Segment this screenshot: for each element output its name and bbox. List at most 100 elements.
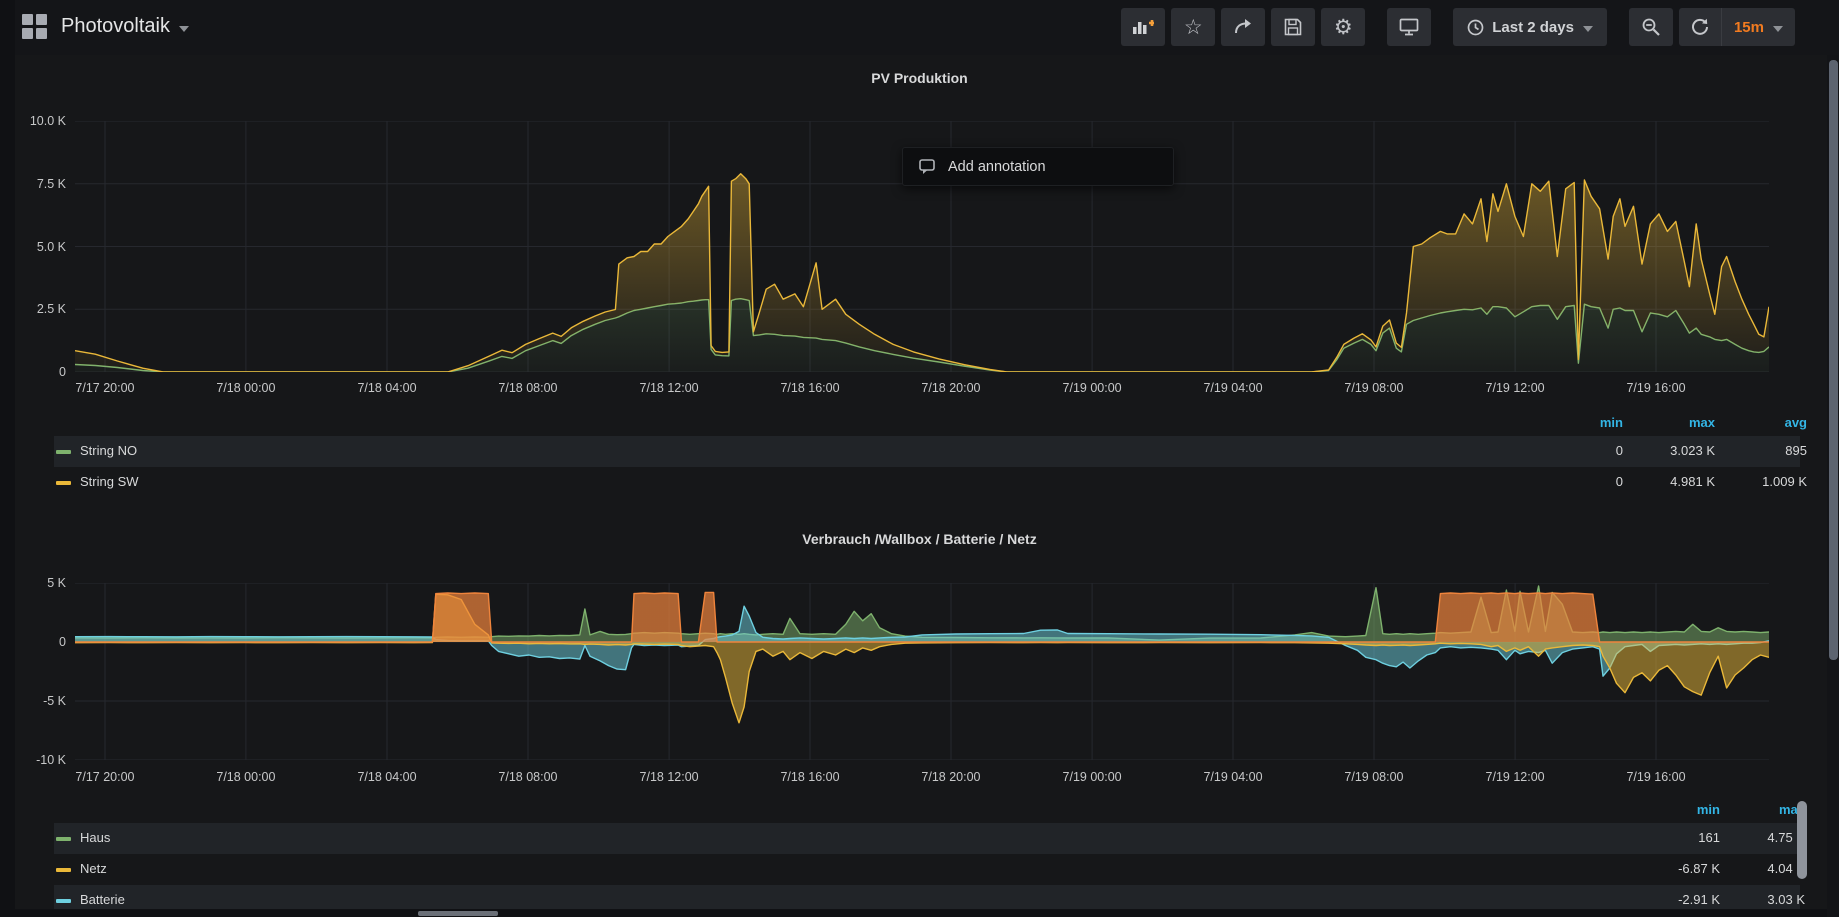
x-tick-label: 7/18 12:00 xyxy=(640,770,699,784)
legend-header-row: min max avg xyxy=(54,413,1800,433)
chevron-down-icon xyxy=(1583,26,1593,32)
y-tick-label: -5 K xyxy=(0,694,66,708)
legend-header-avg[interactable]: avg xyxy=(1785,415,1807,430)
x-tick-label: 7/17 20:00 xyxy=(75,381,134,395)
legend-header-row: min max xyxy=(54,800,1800,820)
refresh-icon xyxy=(1691,18,1709,36)
add-annotation-menu-item[interactable]: Add annotation xyxy=(902,147,1174,186)
stat-avg: 1.009 K xyxy=(1762,474,1807,489)
dashboards-grid-icon xyxy=(22,14,47,39)
refresh-button[interactable] xyxy=(1679,8,1721,46)
gear-icon: ⚙ xyxy=(1334,17,1353,38)
y-tick-label: 10.0 K xyxy=(0,114,66,128)
stat-avg: 895 xyxy=(1785,443,1807,458)
x-tick-label: 7/18 00:00 xyxy=(216,381,275,395)
x-tick-label: 7/19 00:00 xyxy=(1063,381,1122,395)
x-tick-label: 7/18 00:00 xyxy=(216,770,275,784)
legend-row-netz[interactable]: Netz -6.87 K 4.04 K xyxy=(54,854,1800,885)
x-tick-label: 7/19 08:00 xyxy=(1344,381,1403,395)
cycle-view-button[interactable] xyxy=(1387,8,1431,46)
x-tick-label: 7/18 20:00 xyxy=(921,770,980,784)
share-button[interactable] xyxy=(1221,8,1265,46)
stat-min: 161 xyxy=(1698,830,1720,845)
x-tick-label: 7/19 08:00 xyxy=(1344,770,1403,784)
x-tick-label: 7/18 16:00 xyxy=(780,770,839,784)
y-tick-label: 0 xyxy=(0,635,66,649)
y-tick-label: -10 K xyxy=(0,753,66,767)
navbar: Photovoltaik ☆ xyxy=(0,0,1839,55)
x-tick-label: 7/18 20:00 xyxy=(921,381,980,395)
legend-row-haus[interactable]: Haus 161 4.75 K xyxy=(54,823,1800,854)
x-tick-label: 7/19 16:00 xyxy=(1626,381,1685,395)
stat-min: 0 xyxy=(1616,443,1623,458)
share-icon xyxy=(1233,18,1253,36)
legend-header-min[interactable]: min xyxy=(1697,802,1720,817)
panel-title-verbrauch[interactable]: Verbrauch /Wallbox / Batterie / Netz xyxy=(0,531,1839,547)
series-name[interactable]: String NO xyxy=(80,443,137,458)
clock-icon xyxy=(1467,19,1484,36)
page-scrollbar-thumb[interactable] xyxy=(1829,60,1838,660)
series-color-swatch[interactable] xyxy=(56,450,71,454)
series-name[interactable]: String SW xyxy=(80,474,139,489)
add-annotation-label: Add annotation xyxy=(948,159,1046,175)
dashboard-title-dropdown[interactable]: Photovoltaik xyxy=(22,14,189,39)
stat-max: 4.981 K xyxy=(1670,474,1715,489)
legend-header-max[interactable]: max xyxy=(1689,415,1715,430)
series-color-swatch[interactable] xyxy=(56,481,71,485)
chevron-down-icon xyxy=(1773,26,1783,32)
refresh-interval-label: 15m xyxy=(1734,19,1764,36)
series-name[interactable]: Haus xyxy=(80,830,110,845)
legend-scrollbar-thumb[interactable] xyxy=(1797,801,1807,879)
refresh-interval-picker[interactable]: 15m xyxy=(1722,8,1795,46)
x-tick-label: 7/18 12:00 xyxy=(640,381,699,395)
x-tick-label: 7/19 00:00 xyxy=(1063,770,1122,784)
stat-min: -2.91 K xyxy=(1678,892,1720,907)
comment-icon xyxy=(919,159,936,175)
x-tick-label: 7/17 20:00 xyxy=(75,770,134,784)
series-color-swatch[interactable] xyxy=(56,837,71,841)
zoom-out-icon xyxy=(1641,17,1661,37)
legend-row-string-sw[interactable]: String SW 0 4.981 K 1.009 K xyxy=(54,467,1800,498)
x-tick-label: 7/19 04:00 xyxy=(1203,381,1262,395)
y-tick-label: 7.5 K xyxy=(0,177,66,191)
refresh-controls: 15m xyxy=(1679,8,1795,46)
stat-max: 3.03 K xyxy=(1767,892,1805,907)
stat-min: -6.87 K xyxy=(1678,861,1720,876)
chevron-down-icon xyxy=(179,26,189,32)
horizontal-scrollbar-track[interactable] xyxy=(15,909,1827,917)
x-tick-label: 7/19 16:00 xyxy=(1626,770,1685,784)
legend-header-min[interactable]: min xyxy=(1600,415,1623,430)
settings-button[interactable]: ⚙ xyxy=(1321,8,1365,46)
panel-title-pv-produktion[interactable]: PV Produktion xyxy=(0,70,1839,86)
verbrauch-plot-area[interactable] xyxy=(75,583,1769,760)
dashboard-title[interactable]: Photovoltaik xyxy=(61,15,170,38)
stat-max: 3.023 K xyxy=(1670,443,1715,458)
add-panel-icon xyxy=(1132,17,1154,37)
series-color-swatch[interactable] xyxy=(56,899,71,903)
x-tick-label: 7/18 08:00 xyxy=(498,381,557,395)
x-tick-label: 7/18 04:00 xyxy=(357,381,416,395)
add-panel-button[interactable] xyxy=(1121,8,1165,46)
star-icon: ☆ xyxy=(1184,17,1203,38)
series-color-swatch[interactable] xyxy=(56,868,71,872)
x-tick-label: 7/18 08:00 xyxy=(498,770,557,784)
y-tick-label: 2.5 K xyxy=(0,302,66,316)
left-edge-strip xyxy=(0,0,15,917)
series-name[interactable]: Netz xyxy=(80,861,107,876)
x-tick-label: 7/19 12:00 xyxy=(1486,381,1545,395)
star-button[interactable]: ☆ xyxy=(1171,8,1215,46)
y-tick-label: 5.0 K xyxy=(0,240,66,254)
save-icon xyxy=(1284,18,1302,36)
y-tick-label: 5 K xyxy=(0,576,66,590)
stat-min: 0 xyxy=(1616,474,1623,489)
legend-row-string-no[interactable]: String NO 0 3.023 K 895 xyxy=(54,436,1800,467)
x-tick-label: 7/18 04:00 xyxy=(357,770,416,784)
grafana-dashboard: Photovoltaik ☆ xyxy=(0,0,1839,917)
monitor-icon xyxy=(1399,18,1419,36)
horizontal-scrollbar-thumb[interactable] xyxy=(418,911,498,916)
zoom-out-button[interactable] xyxy=(1629,8,1673,46)
time-range-picker[interactable]: Last 2 days xyxy=(1453,8,1607,46)
series-name[interactable]: Batterie xyxy=(80,892,125,907)
save-button[interactable] xyxy=(1271,8,1315,46)
x-tick-label: 7/19 04:00 xyxy=(1203,770,1262,784)
